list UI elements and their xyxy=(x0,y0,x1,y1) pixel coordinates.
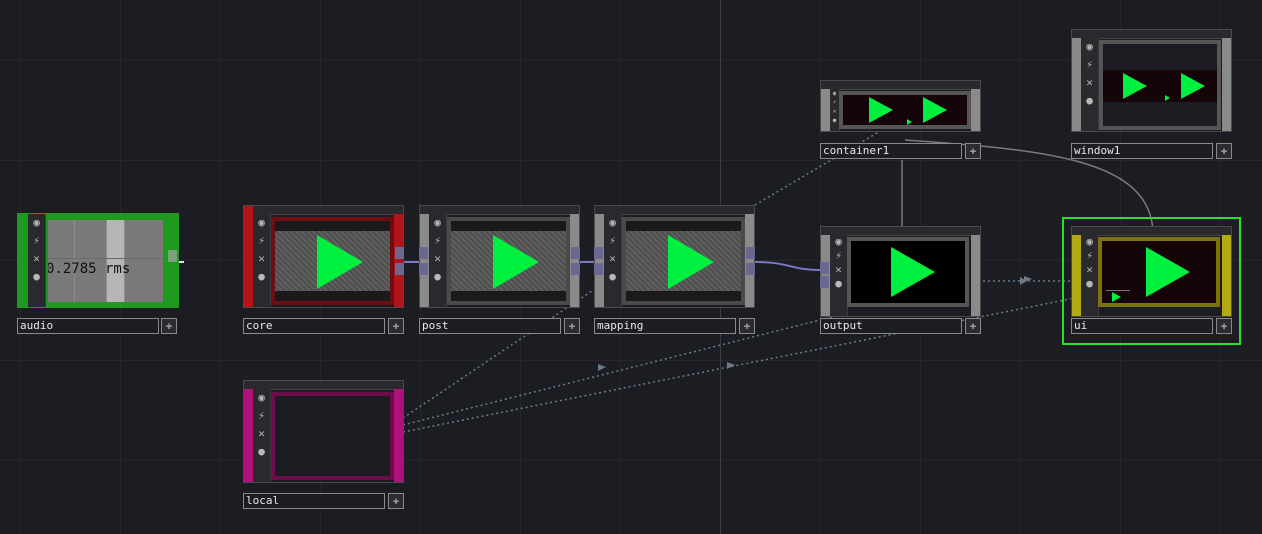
bypass-icon[interactable]: ✕ xyxy=(604,250,621,268)
viewer-icon[interactable]: ◉ xyxy=(253,389,270,407)
node-post[interactable]: ◉ ⚡ ✕ ● post ✚ xyxy=(419,205,580,334)
add-icon[interactable]: ✚ xyxy=(739,318,755,334)
viewer-icon[interactable]: ◉ xyxy=(253,214,270,232)
node-label-post[interactable]: post xyxy=(419,318,561,334)
node-mapping[interactable]: ◉ ⚡ ✕ ● mapping ✚ xyxy=(594,205,755,334)
cook-icon[interactable]: ⚡ xyxy=(253,232,270,250)
node-label-container1[interactable]: container1 xyxy=(820,143,962,159)
ui-viewer xyxy=(1098,237,1220,307)
lock-icon[interactable]: ● xyxy=(830,277,847,291)
bypass-icon[interactable]: ✕ xyxy=(1081,74,1098,92)
lock-icon[interactable]: ● xyxy=(253,268,270,286)
cook-icon[interactable]: ⚡ xyxy=(1081,249,1098,263)
lock-icon[interactable]: ● xyxy=(253,443,270,461)
bypass-icon[interactable]: ✕ xyxy=(253,250,270,268)
bypass-icon[interactable]: ✕ xyxy=(429,250,446,268)
local-viewer xyxy=(271,392,394,480)
node-label-local[interactable]: local xyxy=(243,493,385,509)
add-icon[interactable]: ✚ xyxy=(564,318,580,334)
play-icon xyxy=(869,97,893,123)
viewer-icon[interactable]: ◉ xyxy=(429,214,446,232)
lock-icon[interactable]: ● xyxy=(429,268,446,286)
bypass-icon[interactable]: ✕ xyxy=(253,425,270,443)
bypass-icon[interactable]: ✕ xyxy=(830,263,847,277)
viewer-icon[interactable]: ◉ xyxy=(28,214,45,232)
node-label-core[interactable]: core xyxy=(243,318,385,334)
node-container1[interactable]: ◉ ⚡ ✕ ● container1 ✚ xyxy=(820,80,981,160)
cook-icon[interactable]: ⚡ xyxy=(830,249,847,263)
viewer-icon[interactable]: ◉ xyxy=(1081,38,1098,56)
wire-mapping-output xyxy=(754,261,822,271)
cook-icon[interactable]: ⚡ xyxy=(28,232,45,250)
node-local[interactable]: ◉ ⚡ ✕ ● local ✚ xyxy=(243,380,404,509)
play-icon xyxy=(1123,73,1147,99)
play-icon xyxy=(1146,247,1190,297)
viewer-icon[interactable]: ◉ xyxy=(1081,235,1098,249)
container1-viewer xyxy=(839,91,971,129)
add-icon[interactable]: ✚ xyxy=(161,318,177,334)
node-window1[interactable]: ◉ ⚡ ✕ ● window1 ✚ xyxy=(1071,29,1232,160)
node-label-mapping[interactable]: mapping xyxy=(594,318,736,334)
play-icon xyxy=(907,119,912,125)
viewer-icon[interactable]: ◉ xyxy=(830,235,847,249)
add-icon[interactable]: ✚ xyxy=(1216,143,1232,159)
node-label-output[interactable]: output xyxy=(820,318,962,334)
node-ui[interactable]: ◉ ⚡ ✕ ● ui ✚ xyxy=(1071,226,1232,334)
audio-rms-readout: 0.2785 rms xyxy=(48,261,131,277)
add-icon[interactable]: ✚ xyxy=(965,143,981,159)
bypass-icon[interactable]: ✕ xyxy=(28,250,45,268)
add-icon[interactable]: ✚ xyxy=(965,318,981,334)
cook-icon[interactable]: ⚡ xyxy=(604,232,621,250)
play-icon xyxy=(493,235,539,289)
bypass-icon[interactable]: ✕ xyxy=(1081,263,1098,277)
add-icon[interactable]: ✚ xyxy=(388,318,404,334)
node-output[interactable]: ◉ ⚡ ✕ ● output ✚ xyxy=(820,226,981,334)
add-icon[interactable]: ✚ xyxy=(388,493,404,509)
node-label-window1[interactable]: window1 xyxy=(1071,143,1213,159)
core-viewer xyxy=(271,217,394,305)
cook-icon[interactable]: ⚡ xyxy=(253,407,270,425)
play-icon xyxy=(317,235,363,289)
lock-icon[interactable]: ● xyxy=(28,268,45,286)
play-icon xyxy=(1112,292,1121,302)
cook-icon[interactable]: ⚡ xyxy=(1081,56,1098,74)
lock-icon[interactable]: ● xyxy=(1081,92,1098,110)
post-viewer xyxy=(447,217,570,305)
output-viewer xyxy=(847,237,969,307)
add-icon[interactable]: ✚ xyxy=(1216,318,1232,334)
node-audio[interactable]: ◉ ⚡ ✕ ● 0.2785 rms audio ✚ xyxy=(17,213,179,334)
play-icon xyxy=(1165,95,1170,101)
viewer-icon[interactable]: ◉ xyxy=(604,214,621,232)
lock-icon[interactable]: ● xyxy=(604,268,621,286)
node-label-audio[interactable]: audio xyxy=(17,318,159,334)
play-icon xyxy=(668,235,714,289)
play-icon xyxy=(1181,73,1205,99)
lock-icon[interactable]: ● xyxy=(1081,277,1098,291)
play-icon xyxy=(923,97,947,123)
mapping-viewer xyxy=(622,217,745,305)
play-icon xyxy=(891,247,935,297)
wire-dot-4 xyxy=(402,294,1091,433)
node-core[interactable]: ◉ ⚡ ✕ ● core ✚ xyxy=(243,205,404,334)
node-label-ui[interactable]: ui xyxy=(1071,318,1213,334)
audio-viewer: 0.2785 rms xyxy=(48,220,163,302)
window1-viewer xyxy=(1099,40,1221,130)
cook-icon[interactable]: ⚡ xyxy=(429,232,446,250)
